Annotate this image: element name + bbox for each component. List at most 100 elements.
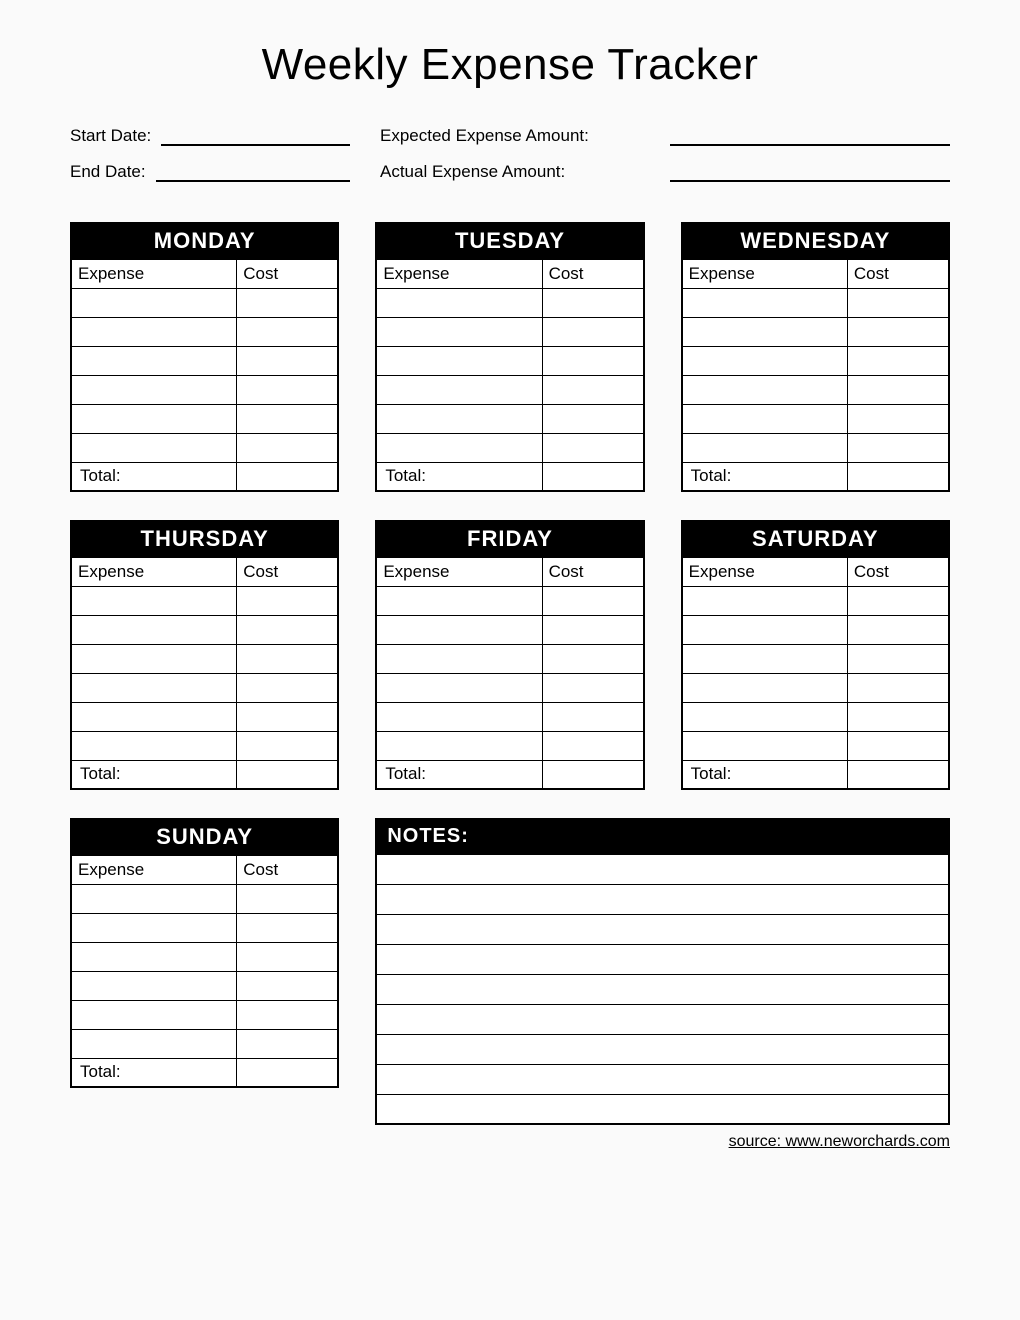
cost-cell[interactable] [542,644,644,673]
expense-cell[interactable] [376,288,542,317]
expense-cell[interactable] [682,404,848,433]
cost-cell[interactable] [847,644,949,673]
expense-cell[interactable] [71,404,237,433]
notes-line[interactable] [376,1034,949,1064]
cost-cell[interactable] [237,346,339,375]
notes-line[interactable] [376,1094,949,1124]
total-value-cell[interactable] [847,462,949,491]
expense-cell[interactable] [71,942,237,971]
cost-cell[interactable] [542,673,644,702]
cost-cell[interactable] [542,288,644,317]
cost-cell[interactable] [237,404,339,433]
cost-cell[interactable] [542,731,644,760]
cost-cell[interactable] [237,1029,339,1058]
cost-cell[interactable] [847,586,949,615]
expense-cell[interactable] [71,615,237,644]
expense-cell[interactable] [682,375,848,404]
cost-cell[interactable] [847,731,949,760]
expense-cell[interactable] [682,673,848,702]
cost-cell[interactable] [237,884,339,913]
total-value-cell[interactable] [542,462,644,491]
expense-cell[interactable] [682,731,848,760]
cost-cell[interactable] [237,702,339,731]
expense-cell[interactable] [376,346,542,375]
cost-cell[interactable] [847,346,949,375]
expense-cell[interactable] [71,644,237,673]
cost-cell[interactable] [237,971,339,1000]
expense-cell[interactable] [376,433,542,462]
cost-cell[interactable] [542,404,644,433]
cost-cell[interactable] [847,673,949,702]
cost-cell[interactable] [847,615,949,644]
cost-cell[interactable] [542,615,644,644]
expense-cell[interactable] [71,884,237,913]
notes-line[interactable] [376,1064,949,1094]
expense-cell[interactable] [71,702,237,731]
expense-cell[interactable] [682,346,848,375]
cost-cell[interactable] [237,615,339,644]
notes-line[interactable] [376,1004,949,1034]
total-value-cell[interactable] [847,760,949,789]
cost-cell[interactable] [237,644,339,673]
cost-cell[interactable] [847,404,949,433]
notes-line[interactable] [376,974,949,1004]
actual-amount-input-line[interactable] [670,160,950,182]
cost-cell[interactable] [237,942,339,971]
cost-cell[interactable] [847,375,949,404]
cost-cell[interactable] [847,288,949,317]
cost-cell[interactable] [542,586,644,615]
expense-cell[interactable] [71,971,237,1000]
expected-amount-input-line[interactable] [670,124,950,146]
cost-cell[interactable] [542,346,644,375]
cost-cell[interactable] [237,433,339,462]
expense-cell[interactable] [71,375,237,404]
total-value-cell[interactable] [542,760,644,789]
notes-line[interactable] [376,854,949,884]
notes-line[interactable] [376,914,949,944]
expense-cell[interactable] [71,317,237,346]
expense-cell[interactable] [682,615,848,644]
expense-cell[interactable] [682,586,848,615]
cost-cell[interactable] [847,317,949,346]
cost-cell[interactable] [847,433,949,462]
expense-cell[interactable] [682,433,848,462]
expense-cell[interactable] [71,288,237,317]
expense-cell[interactable] [71,731,237,760]
expense-cell[interactable] [71,586,237,615]
cost-cell[interactable] [237,673,339,702]
total-value-cell[interactable] [237,760,339,789]
notes-line[interactable] [376,884,949,914]
cost-cell[interactable] [237,1000,339,1029]
cost-cell[interactable] [542,317,644,346]
expense-cell[interactable] [376,644,542,673]
expense-cell[interactable] [71,346,237,375]
expense-cell[interactable] [376,317,542,346]
expense-cell[interactable] [376,404,542,433]
total-value-cell[interactable] [237,462,339,491]
cost-cell[interactable] [542,375,644,404]
cost-cell[interactable] [237,913,339,942]
expense-cell[interactable] [71,1029,237,1058]
cost-cell[interactable] [237,375,339,404]
expense-cell[interactable] [682,702,848,731]
total-value-cell[interactable] [237,1058,339,1087]
expense-cell[interactable] [71,433,237,462]
cost-cell[interactable] [542,702,644,731]
start-date-input-line[interactable] [161,124,350,146]
expense-cell[interactable] [682,317,848,346]
cost-cell[interactable] [542,433,644,462]
cost-cell[interactable] [847,702,949,731]
expense-cell[interactable] [71,1000,237,1029]
expense-cell[interactable] [71,673,237,702]
cost-cell[interactable] [237,731,339,760]
expense-cell[interactable] [682,288,848,317]
expense-cell[interactable] [376,731,542,760]
notes-line[interactable] [376,944,949,974]
expense-cell[interactable] [376,615,542,644]
expense-cell[interactable] [71,913,237,942]
cost-cell[interactable] [237,317,339,346]
cost-cell[interactable] [237,586,339,615]
expense-cell[interactable] [376,586,542,615]
expense-cell[interactable] [682,644,848,673]
end-date-input-line[interactable] [156,160,350,182]
